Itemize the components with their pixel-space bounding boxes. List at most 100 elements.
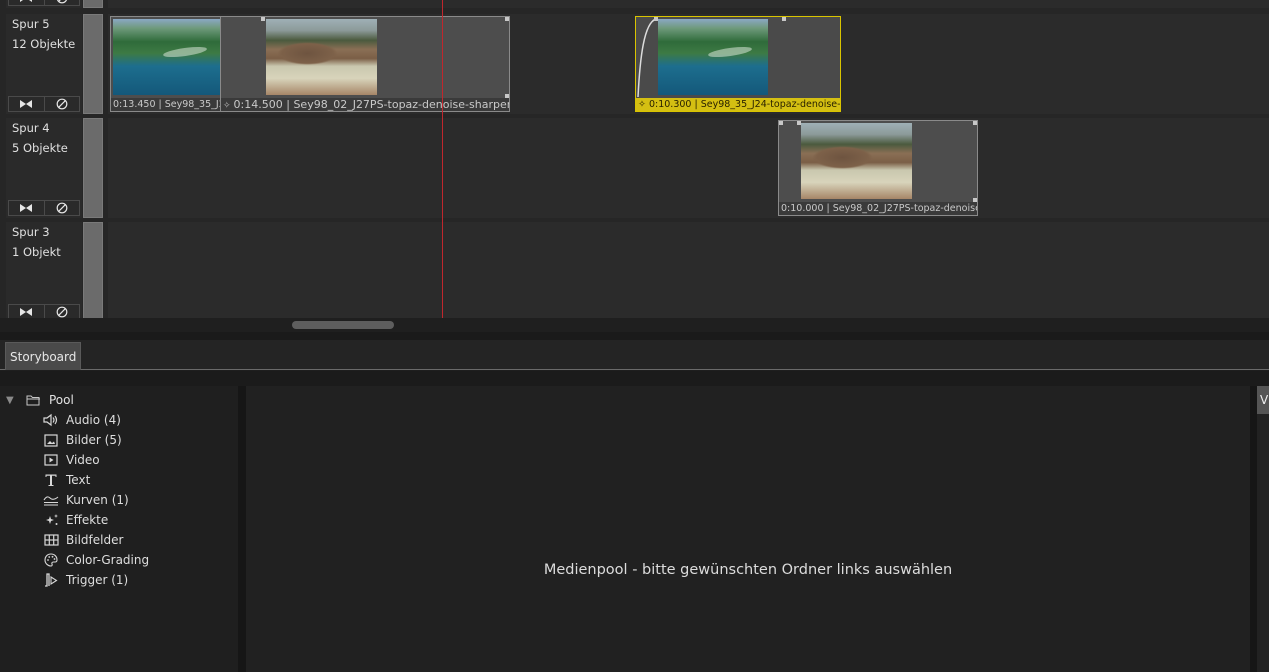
disable-icon bbox=[56, 98, 68, 110]
tree-root-pool[interactable]: ▼ Pool bbox=[6, 392, 74, 408]
clip-handle[interactable] bbox=[779, 121, 783, 125]
track-name: Spur 5 bbox=[12, 17, 50, 31]
disable-track-button[interactable] bbox=[45, 97, 80, 111]
tree-item-label: Bilder (5) bbox=[66, 433, 122, 447]
disable-track-button[interactable] bbox=[45, 305, 80, 319]
splitter[interactable] bbox=[0, 371, 1269, 386]
speaker-icon bbox=[43, 413, 58, 427]
panel-splitter[interactable] bbox=[1250, 386, 1257, 672]
tab-storyboard[interactable]: Storyboard bbox=[5, 342, 82, 370]
track-header: Spur 5 12 Objekte bbox=[6, 14, 82, 114]
tree-item-label: Color-Grading bbox=[66, 553, 150, 567]
bowtie-link-icon bbox=[20, 204, 33, 212]
tree-item-text[interactable]: Text bbox=[43, 471, 90, 489]
track-lane[interactable] bbox=[108, 0, 1269, 8]
clip-handle[interactable] bbox=[505, 17, 509, 21]
clip-label: 0:13.450 | Sey98_35_J24-topaz-denoise-sh… bbox=[111, 98, 227, 111]
curves-icon bbox=[43, 496, 59, 506]
playhead[interactable] bbox=[442, 0, 443, 318]
clip-handle[interactable] bbox=[261, 17, 265, 21]
track-buttons bbox=[8, 0, 80, 6]
clip-label-text: 0:10.300 | Sey98_35_J24-topaz-denoise-sh… bbox=[648, 99, 840, 110]
media-pool-placeholder-message: Medienpool - bitte gewünschten Ordner li… bbox=[543, 562, 953, 578]
tree-item-label: Trigger (1) bbox=[66, 573, 129, 587]
track-spur-3: Spur 3 1 Objekt bbox=[0, 222, 1269, 322]
right-panel bbox=[1257, 414, 1269, 672]
track-height-slider[interactable] bbox=[83, 0, 103, 8]
track-spur-5: Spur 5 12 Objekte 0:13.450 | Sey98_35_J2… bbox=[0, 14, 1269, 114]
tree-item-label: Audio (4) bbox=[66, 413, 121, 427]
video-icon bbox=[44, 454, 58, 466]
track-name: Spur 4 bbox=[12, 121, 50, 135]
tree-root-label: Pool bbox=[49, 393, 74, 407]
clip-label: 0:10.000 | Sey98_02_J27PS-topaz-denoise-… bbox=[779, 202, 977, 215]
expand-caret-icon[interactable]: ▼ bbox=[6, 395, 16, 406]
scrollbar-thumb[interactable] bbox=[292, 321, 394, 329]
disable-icon bbox=[56, 0, 67, 4]
fade-in-curve[interactable] bbox=[636, 17, 660, 99]
track-header: Spur 3 1 Objekt bbox=[6, 222, 82, 322]
disable-track-button[interactable] bbox=[45, 0, 80, 5]
clip-thumbnail bbox=[266, 19, 377, 95]
timeline-clip[interactable]: ✧ 0:14.500 | Sey98_02_J27PS-topaz-denoise… bbox=[220, 16, 510, 112]
track-height-slider[interactable] bbox=[83, 14, 103, 114]
tree-item-effekte[interactable]: Effekte bbox=[43, 511, 108, 529]
tree-item-bildfelder[interactable]: Bildfelder bbox=[43, 531, 123, 549]
bowtie-link-icon bbox=[20, 308, 33, 316]
clip-handle[interactable] bbox=[782, 17, 786, 21]
track-header: Spur 4 5 Objekte bbox=[6, 118, 82, 218]
track-object-count: 1 Objekt bbox=[12, 245, 61, 259]
timeline-horizontal-scrollbar[interactable] bbox=[0, 318, 1269, 332]
track-height-slider[interactable] bbox=[83, 118, 103, 218]
tree-item-label: Text bbox=[66, 473, 91, 487]
track-buttons bbox=[8, 200, 80, 216]
grid-icon bbox=[43, 534, 59, 546]
tree-item-label: Bildfelder bbox=[66, 533, 124, 547]
clip-label-text: 0:10.000 | Sey98_02_J27PS-topaz-denoise-… bbox=[781, 203, 977, 214]
timeline-clip[interactable]: 0:10.000 | Sey98_02_J27PS-topaz-denoise-… bbox=[778, 120, 978, 216]
tree-item-color-grading[interactable]: Color-Grading bbox=[43, 551, 149, 569]
disable-icon bbox=[56, 306, 68, 318]
tree-item-kurven[interactable]: Kurven (1) bbox=[43, 491, 129, 509]
track-lane[interactable]: 0:13.450 | Sey98_35_J24-topaz-denoise-sh… bbox=[108, 14, 1269, 114]
track-lane[interactable] bbox=[108, 222, 1269, 322]
track-header bbox=[6, 0, 82, 8]
track-height-slider[interactable] bbox=[83, 222, 103, 322]
text-icon bbox=[45, 474, 57, 486]
folder-icon bbox=[26, 395, 40, 406]
sparkle-icon: ✧ bbox=[638, 99, 646, 110]
clip-label: ✧0:10.300 | Sey98_35_J24-topaz-denoise-s… bbox=[636, 98, 840, 111]
disable-icon bbox=[56, 202, 68, 214]
tree-item-video[interactable]: Video bbox=[43, 451, 100, 469]
link-track-button[interactable] bbox=[9, 97, 45, 111]
track-buttons bbox=[8, 96, 80, 112]
track-object-count: 5 Objekte bbox=[12, 141, 68, 155]
tab-right-panel[interactable]: V bbox=[1257, 386, 1269, 414]
track-object-count: 12 Objekte bbox=[12, 37, 76, 51]
tab-bar: Storyboard bbox=[0, 340, 1269, 370]
link-track-button[interactable] bbox=[9, 0, 45, 5]
tree-item-audio[interactable]: Audio (4) bbox=[43, 411, 121, 429]
splitter[interactable] bbox=[0, 332, 1269, 340]
media-pool-area: Medienpool - bitte gewünschten Ordner li… bbox=[246, 386, 1250, 672]
sparkle-icon: ✧ bbox=[223, 101, 231, 111]
clip-thumbnail bbox=[113, 19, 223, 95]
tree-item-trigger[interactable]: Trigger (1) bbox=[43, 571, 128, 589]
timeline-clip-selected[interactable]: ✧0:10.300 | Sey98_35_J24-topaz-denoise-s… bbox=[635, 16, 841, 112]
track-name: Spur 3 bbox=[12, 225, 50, 239]
tree-item-label: Kurven (1) bbox=[66, 493, 129, 507]
clip-label-text: 0:13.450 | Sey98_35_J24-topaz-denoise-sh… bbox=[113, 99, 227, 110]
timeline-clip[interactable]: 0:13.450 | Sey98_35_J24-topaz-denoise-sh… bbox=[110, 16, 228, 112]
track-spur-4: Spur 4 5 Objekte 0:10.000 | Sey98_02_J27… bbox=[0, 118, 1269, 218]
disable-track-button[interactable] bbox=[45, 201, 80, 215]
tree-item-bilder[interactable]: Bilder (5) bbox=[43, 431, 122, 449]
sparkle-icon bbox=[45, 514, 58, 525]
link-track-button[interactable] bbox=[9, 201, 45, 215]
link-track-button[interactable] bbox=[9, 305, 45, 319]
image-icon bbox=[44, 433, 58, 447]
clip-handle[interactable] bbox=[973, 121, 977, 125]
track-lane[interactable]: 0:10.000 | Sey98_02_J27PS-topaz-denoise-… bbox=[108, 118, 1269, 218]
panel-splitter[interactable] bbox=[238, 386, 246, 672]
bowtie-link-icon bbox=[20, 0, 33, 2]
clip-thumbnail bbox=[801, 123, 912, 199]
